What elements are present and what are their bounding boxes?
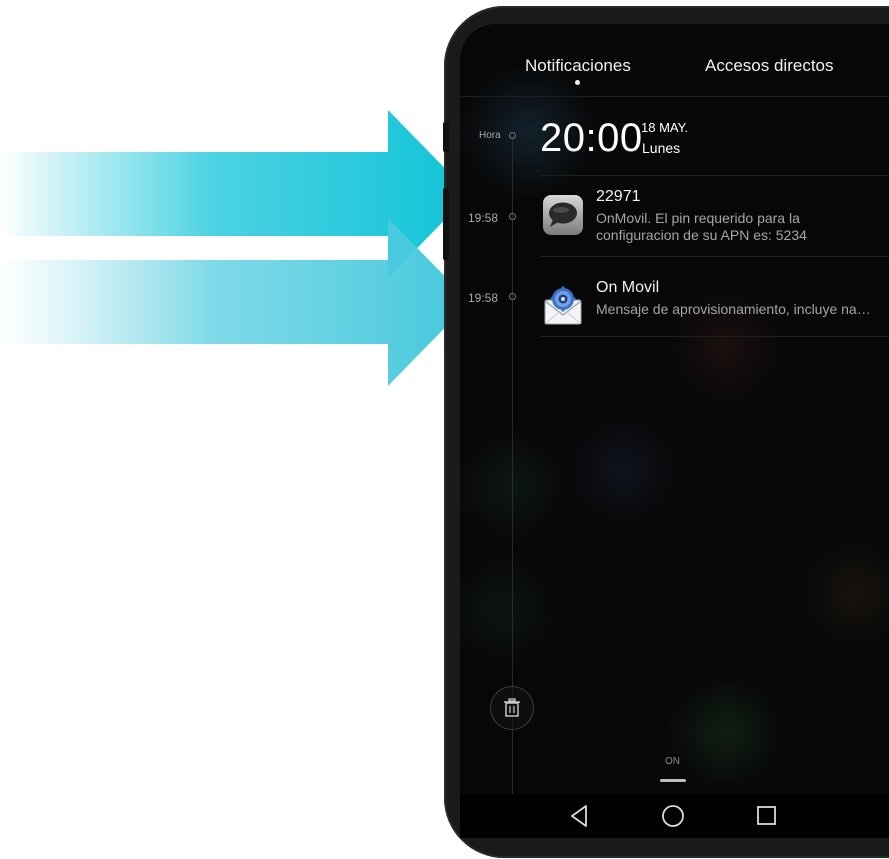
on-label: ON <box>665 756 680 767</box>
recent-square-icon[interactable] <box>753 802 781 830</box>
notification-body: Mensaje de aprovisionamiento, incluye na… <box>596 301 881 317</box>
active-tab-indicator <box>575 80 580 85</box>
divider <box>540 336 889 337</box>
divider <box>540 175 889 176</box>
stage: Notificaciones Accesos directos Hora 20:… <box>0 0 889 859</box>
tab-shortcuts[interactable]: Accesos directos <box>705 56 834 76</box>
notification-time: 19:58 <box>468 291 499 305</box>
clock-date: 18 MAY. <box>641 120 689 135</box>
phone-side-button-volume <box>443 188 449 260</box>
divider <box>540 256 889 257</box>
speech-bubble-icon <box>543 195 583 235</box>
back-triangle-icon[interactable] <box>566 802 594 830</box>
notification-time: 19:58 <box>468 211 499 225</box>
trash-icon <box>504 698 520 717</box>
envelope-gear-icon <box>544 286 582 325</box>
notification-body: OnMovil. El pin requerido para la config… <box>596 210 807 243</box>
notification-item-provisioning[interactable]: On Movil Mensaje de aprovisionamiento, i… <box>540 277 889 349</box>
notification-shade-tabs: Notificaciones Accesos directos <box>460 24 889 97</box>
timeline-dot <box>509 132 516 139</box>
navigation-bar <box>460 794 889 838</box>
timeline-dot <box>509 213 516 220</box>
timeline-dot <box>509 293 516 300</box>
clear-all-button[interactable] <box>490 686 534 730</box>
notification-item-sms[interactable]: 22971 OnMovil. El pin requerido para la … <box>540 186 889 258</box>
clock-time: 20:00 <box>540 116 643 160</box>
phone-side-button-power <box>443 122 449 152</box>
shade-drag-handle[interactable] <box>660 779 686 782</box>
phone-screen: Notificaciones Accesos directos Hora 20:… <box>460 24 889 794</box>
tab-notifications[interactable]: Notificaciones <box>525 56 631 76</box>
home-circle-icon[interactable] <box>659 802 687 830</box>
time-label-hora: Hora <box>479 130 501 141</box>
notification-title: On Movil <box>596 279 660 296</box>
notification-title: 22971 <box>596 188 641 205</box>
clock-weekday: Lunes <box>642 140 681 156</box>
arrow-bottom <box>0 218 470 386</box>
